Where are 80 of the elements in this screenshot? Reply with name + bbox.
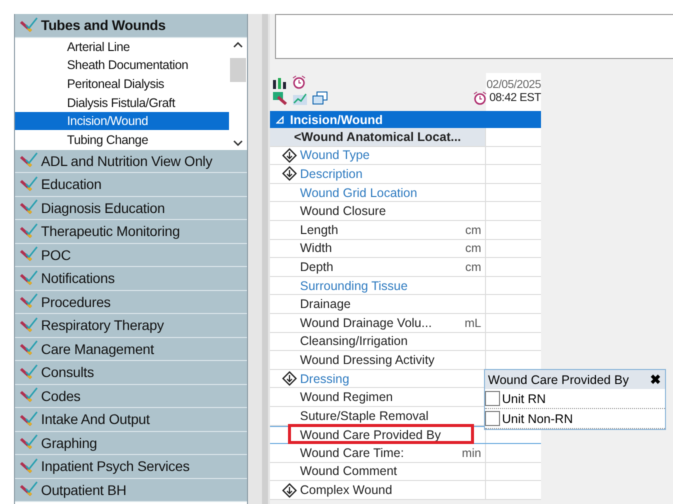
- navigator-band[interactable]: Care Management: [15, 338, 247, 361]
- row-label[interactable]: Length: [300, 222, 338, 237]
- row-label[interactable]: Wound Type: [300, 148, 370, 162]
- wrench-pencil-icon: [18, 152, 38, 170]
- row-label[interactable]: Complex Wound: [300, 483, 392, 498]
- option-label[interactable]: Unit Non-RN: [502, 412, 573, 426]
- row-label[interactable]: Wound Grid Location: [300, 186, 418, 200]
- wrench-pencil-icon: [18, 270, 38, 287]
- navigator-band[interactable]: Codes: [15, 384, 247, 408]
- wrench-pencil-icon: [18, 364, 38, 381]
- option-label[interactable]: Unit RN: [502, 392, 546, 406]
- navigator-item[interactable]: Dialysis Fistula/Graft: [15, 93, 229, 112]
- navigator-band[interactable]: Education: [15, 173, 247, 196]
- alarm-clock-icon: [292, 75, 306, 89]
- row-label[interactable]: Description: [300, 166, 363, 181]
- navigator-item[interactable]: Peritoneal Dialysis: [15, 74, 229, 94]
- column-time: 08:42 EST: [489, 92, 541, 104]
- wrench-pencil-icon: [18, 222, 38, 240]
- navigator-band[interactable]: Graphing: [15, 432, 247, 455]
- navigator-band[interactable]: Therapeutic Monitoring: [15, 220, 247, 244]
- row-label[interactable]: Dressing: [300, 372, 350, 386]
- row-label[interactable]: Cleansing/Irrigation: [300, 334, 408, 348]
- row-label[interactable]: Wound Care Time:: [300, 446, 404, 460]
- row-label[interactable]: Wound Regimen: [300, 390, 393, 404]
- navigator-band[interactable]: Respiratory Therapy: [15, 314, 247, 338]
- scroll-up-icon[interactable]: [233, 42, 243, 48]
- unit-label: min: [462, 446, 482, 460]
- navigator-band[interactable]: ADL and Nutrition View Only: [15, 150, 247, 173]
- navigator-band[interactable]: POC: [15, 244, 247, 267]
- data-cell[interactable]: [485, 128, 541, 146]
- navigator-band[interactable]: Procedures: [15, 290, 247, 314]
- row-label[interactable]: Wound Comment: [300, 464, 398, 478]
- navigator-band[interactable]: Notifications: [15, 267, 247, 290]
- section-header[interactable]: Incision/Wound: [270, 111, 541, 128]
- unit-label: cm: [465, 260, 482, 274]
- navigator-item[interactable]: Tubing Change: [15, 130, 229, 150]
- unit-label: cm: [465, 222, 482, 237]
- unit-label: cm: [465, 241, 482, 256]
- navigator-band[interactable]: Intake And Output: [15, 408, 247, 432]
- navigator-item[interactable]: Sheath Documentation: [15, 56, 229, 75]
- row-label[interactable]: Suture/Staple Removal: [300, 408, 429, 423]
- wrench-pencil-icon: [18, 176, 38, 193]
- wrench-pencil-icon: [18, 293, 38, 310]
- bar-chart-icon[interactable]: [272, 75, 288, 89]
- navigator-band[interactable]: Tubes and Wounds: [15, 14, 247, 38]
- wrench-pencil-icon: [18, 410, 38, 428]
- navigator-band[interactable]: Diagnosis Education: [15, 196, 247, 220]
- row-label[interactable]: Wound Closure: [300, 204, 386, 218]
- popup-title: Wound Care Provided By: [488, 372, 629, 386]
- checkbox[interactable]: [485, 391, 500, 406]
- wrench-pencil-icon: [18, 434, 38, 452]
- wrench-pencil-icon: [18, 316, 38, 334]
- row-label[interactable]: Drainage: [300, 297, 351, 312]
- row-label[interactable]: Width: [300, 241, 332, 256]
- wrench-pencil-icon: [18, 481, 38, 498]
- close-button[interactable]: ✖: [646, 372, 665, 387]
- wrench-pencil-icon: [18, 199, 38, 216]
- scrollbar-thumb[interactable]: [230, 58, 246, 82]
- checkbox[interactable]: [485, 411, 500, 426]
- navigator-band[interactable]: Outpatient BH: [15, 478, 247, 502]
- collapse-triangle-icon[interactable]: [276, 116, 284, 124]
- wrench-pencil-icon: [18, 340, 38, 358]
- navigator-item[interactable]: Incision/Wound: [15, 112, 229, 130]
- wrench-pencil-icon: [18, 16, 38, 34]
- windows-icon[interactable]: [312, 91, 328, 105]
- wrench-pencil-icon: [18, 246, 38, 264]
- navigator-band[interactable]: Inpatient Psych Services: [15, 455, 247, 478]
- navigator-band[interactable]: Consults: [15, 361, 247, 384]
- unit-label: mL: [464, 316, 482, 330]
- wrench-pencil-icon: [18, 458, 38, 475]
- row-label[interactable]: Wound Dressing Activity: [300, 352, 435, 367]
- row-label[interactable]: Surrounding Tissue: [300, 278, 408, 293]
- column-date: 02/05/2025: [486, 79, 541, 91]
- row-label[interactable]: Depth: [300, 260, 334, 274]
- scroll-down-icon[interactable]: [233, 140, 243, 146]
- row-label[interactable]: Wound Drainage Volu...: [300, 316, 432, 330]
- navigator-item[interactable]: Arterial Line: [15, 38, 229, 56]
- wrench-pencil-icon: [18, 387, 38, 404]
- row-label[interactable]: Wound Care Provided By: [300, 428, 441, 442]
- flag-icon[interactable]: [272, 91, 288, 105]
